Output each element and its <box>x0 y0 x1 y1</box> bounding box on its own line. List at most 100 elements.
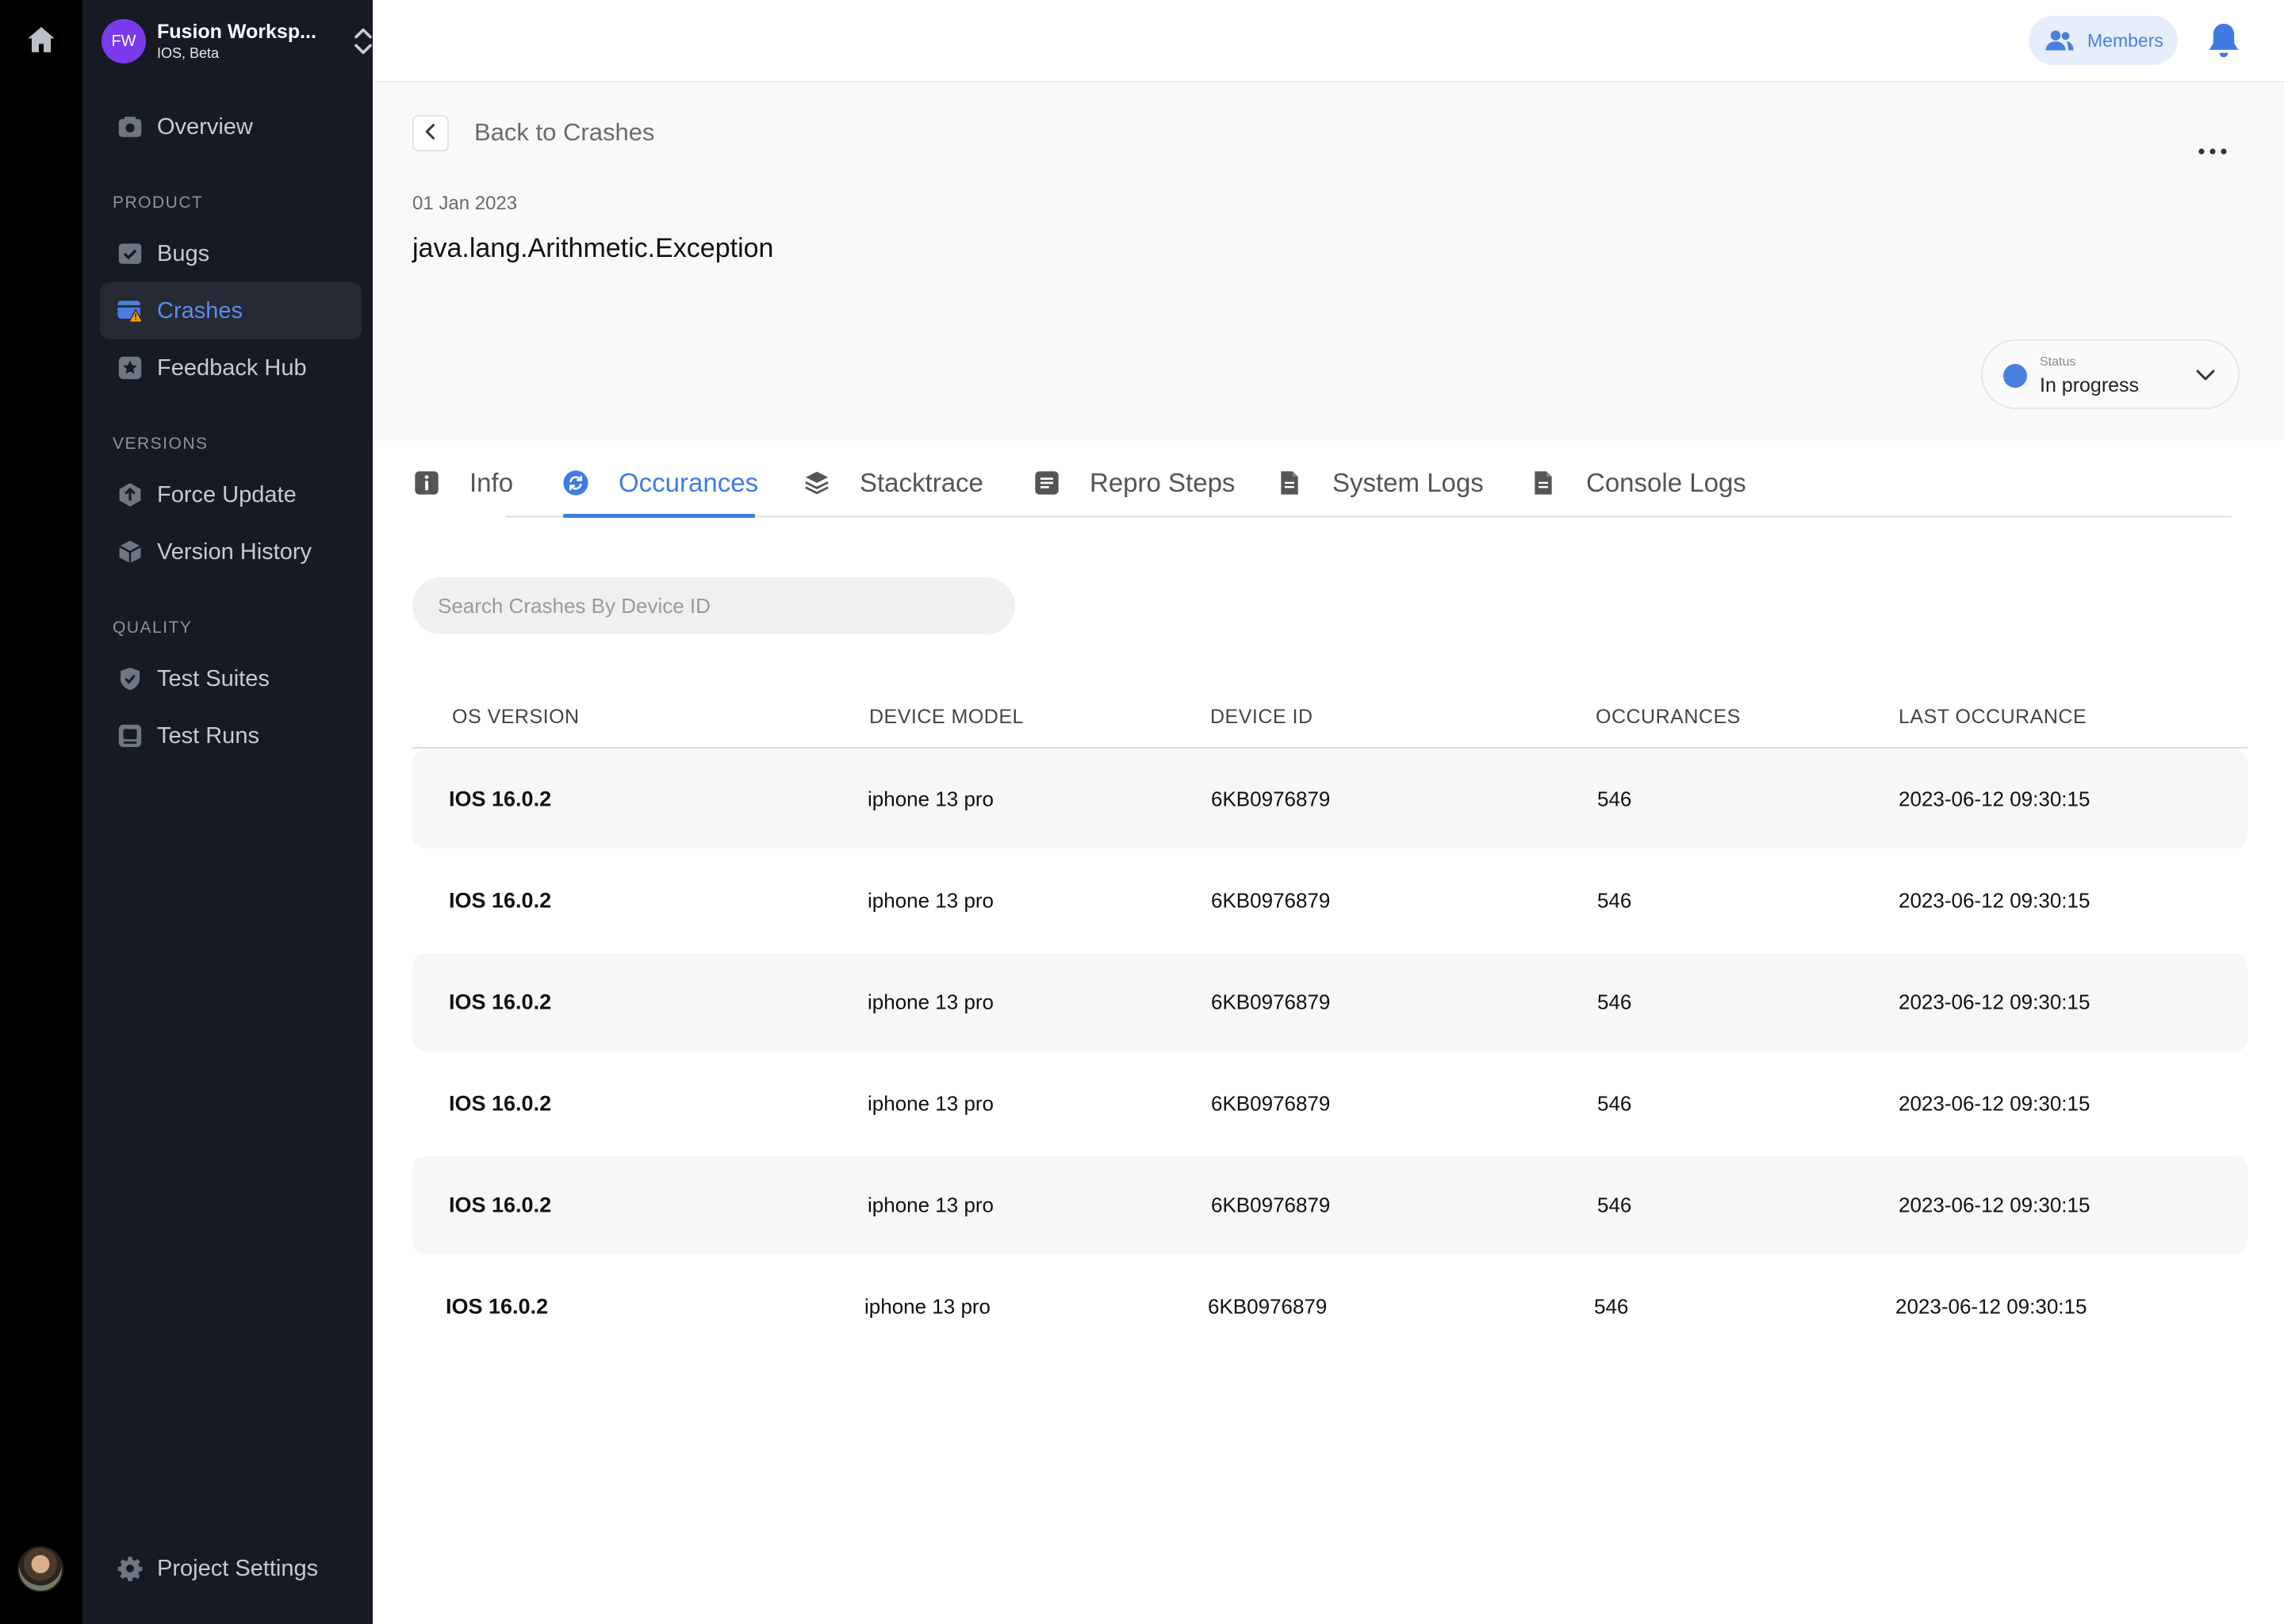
camera-icon <box>116 113 144 141</box>
tab-info[interactable]: Info <box>412 466 513 500</box>
user-avatar[interactable] <box>17 1546 63 1592</box>
sidebar-item-label: Crashes <box>157 297 243 324</box>
members-button[interactable]: Members <box>2029 16 2178 65</box>
play-box-icon <box>116 722 144 750</box>
app-rail <box>0 0 82 1624</box>
back-to-crashes-link[interactable]: Back to Crashes <box>474 118 654 147</box>
sidebar-item-feedback-hub[interactable]: Feedback Hub <box>100 339 362 396</box>
sidebar-item-label: Version History <box>157 538 312 565</box>
sidebar-item-label: Test Runs <box>157 722 259 749</box>
list-icon <box>1033 469 1061 497</box>
cell-last-occurance: 2023-06-12 09:30:15 <box>1895 1294 2087 1319</box>
cell-last-occurance: 2023-06-12 09:30:15 <box>1899 990 2090 1014</box>
cell-occurances: 546 <box>1597 1091 1632 1116</box>
sidebar-item-label: Bugs <box>157 240 210 266</box>
sidebar-item-label: Force Update <box>157 481 297 508</box>
cell-device-id: 6KB0976879 <box>1211 990 1331 1014</box>
tab-label: Stacktrace <box>860 468 983 497</box>
tab-label: Occurances <box>619 468 759 497</box>
back-button[interactable] <box>412 115 449 151</box>
document-icon <box>1275 469 1304 497</box>
tab-repro-steps[interactable]: Repro Steps <box>1033 466 1235 500</box>
bell-icon[interactable] <box>2206 21 2241 60</box>
check-window-icon <box>116 239 144 268</box>
tab-label: Repro Steps <box>1090 468 1236 497</box>
cell-device-model: iphone 13 pro <box>868 990 994 1014</box>
workspace-switcher[interactable]: FW Fusion Worksp... IOS, Beta <box>102 16 372 67</box>
more-options-icon[interactable] <box>2195 140 2230 163</box>
sidebar-item-label: Overview <box>157 113 253 140</box>
crash-warning-icon <box>116 297 144 325</box>
sidebar-item-bugs[interactable]: Bugs <box>100 225 362 282</box>
column-header-occurances[interactable]: OCCURANCES <box>1596 706 1741 729</box>
column-header-device-model[interactable]: DEVICE MODEL <box>869 706 1024 729</box>
star-icon <box>116 354 144 382</box>
tab-label: System Logs <box>1332 468 1484 497</box>
sidebar: FW Fusion Worksp... IOS, Beta Overview P… <box>82 0 373 1624</box>
column-header-last-occurance[interactable]: LAST OCCURANCE <box>1899 706 2087 729</box>
cell-os-version: IOS 16.0.2 <box>446 1294 549 1319</box>
cell-occurances: 546 <box>1597 787 1632 811</box>
cell-device-id: 6KB0976879 <box>1211 787 1331 811</box>
workspace-name: Fusion Worksp... <box>157 21 316 43</box>
chevron-down-icon <box>2194 365 2217 385</box>
cell-device-id: 6KB0976879 <box>1211 1091 1331 1116</box>
sidebar-item-label: Feedback Hub <box>157 354 307 381</box>
home-icon[interactable] <box>25 24 57 56</box>
cell-device-model: iphone 13 pro <box>868 888 994 913</box>
cell-os-version: IOS 16.0.2 <box>449 1193 552 1217</box>
column-header-device-id[interactable]: DEVICE ID <box>1210 706 1313 729</box>
column-header-os-version[interactable]: OS VERSION <box>452 706 580 729</box>
table-row[interactable]: IOS 16.0.2 iphone 13 pro 6KB0976879 546 … <box>412 1055 2248 1153</box>
table-row[interactable]: IOS 16.0.2 iphone 13 pro 6KB0976879 546 … <box>412 1156 2248 1254</box>
sidebar-item-test-suites[interactable]: Test Suites <box>100 650 362 707</box>
cell-last-occurance: 2023-06-12 09:30:15 <box>1899 888 2090 913</box>
tab-label: Info <box>469 468 514 497</box>
info-icon <box>412 469 441 497</box>
cell-occurances: 546 <box>1594 1294 1629 1319</box>
sidebar-item-label: Test Suites <box>157 665 270 691</box>
table-row[interactable]: IOS 16.0.2 iphone 13 pro 6KB0976879 546 … <box>412 953 2248 1051</box>
chevron-up-down-icon[interactable] <box>352 27 374 56</box>
sidebar-item-project-settings[interactable]: Project Settings <box>100 1540 362 1597</box>
sidebar-item-crashes[interactable]: Crashes <box>100 282 362 339</box>
refresh-icon <box>561 469 590 497</box>
tab-console-logs[interactable]: Console Logs <box>1529 466 1746 500</box>
cell-os-version: IOS 16.0.2 <box>449 1091 552 1116</box>
status-value: In progress <box>2040 374 2140 396</box>
cell-device-id: 6KB0976879 <box>1208 1294 1328 1319</box>
table-row[interactable]: IOS 16.0.2 iphone 13 pro 6KB0976879 546 … <box>412 750 2248 848</box>
cell-device-id: 6KB0976879 <box>1211 1193 1331 1217</box>
layers-icon <box>803 469 831 497</box>
workspace-logo: FW <box>102 19 146 63</box>
document-icon <box>1529 469 1558 497</box>
search-input[interactable] <box>412 577 1015 634</box>
box-icon <box>116 538 144 566</box>
status-dropdown[interactable]: Status In progress <box>1981 339 2240 409</box>
upload-icon <box>116 481 144 509</box>
chevron-left-icon <box>421 122 440 145</box>
section-label-product: PRODUCT <box>113 193 204 212</box>
cell-occurances: 546 <box>1597 1193 1632 1217</box>
top-bar <box>373 0 2284 82</box>
cell-device-id: 6KB0976879 <box>1211 888 1331 913</box>
cell-last-occurance: 2023-06-12 09:30:15 <box>1899 1193 2090 1217</box>
sidebar-item-force-update[interactable]: Force Update <box>100 466 362 523</box>
active-tab-indicator <box>563 514 755 518</box>
cell-device-model: iphone 13 pro <box>868 1091 994 1116</box>
sidebar-item-overview[interactable]: Overview <box>100 98 362 155</box>
table-row[interactable]: IOS 16.0.2 iphone 13 pro 6KB0976879 546 … <box>412 1258 2248 1356</box>
table-row[interactable]: IOS 16.0.2 iphone 13 pro 6KB0976879 546 … <box>412 852 2248 950</box>
tab-occurances[interactable]: Occurances <box>561 466 758 500</box>
sidebar-item-version-history[interactable]: Version History <box>100 523 362 580</box>
cell-os-version: IOS 16.0.2 <box>449 990 552 1014</box>
crash-date: 01 Jan 2023 <box>412 193 518 214</box>
section-label-quality: QUALITY <box>113 619 193 637</box>
status-dot <box>2003 364 2027 388</box>
cell-occurances: 546 <box>1597 990 1632 1014</box>
tab-stacktrace[interactable]: Stacktrace <box>803 466 983 500</box>
cell-occurances: 546 <box>1597 888 1632 913</box>
tab-system-logs[interactable]: System Logs <box>1275 466 1484 500</box>
sidebar-item-test-runs[interactable]: Test Runs <box>100 707 362 764</box>
cell-os-version: IOS 16.0.2 <box>449 787 552 811</box>
